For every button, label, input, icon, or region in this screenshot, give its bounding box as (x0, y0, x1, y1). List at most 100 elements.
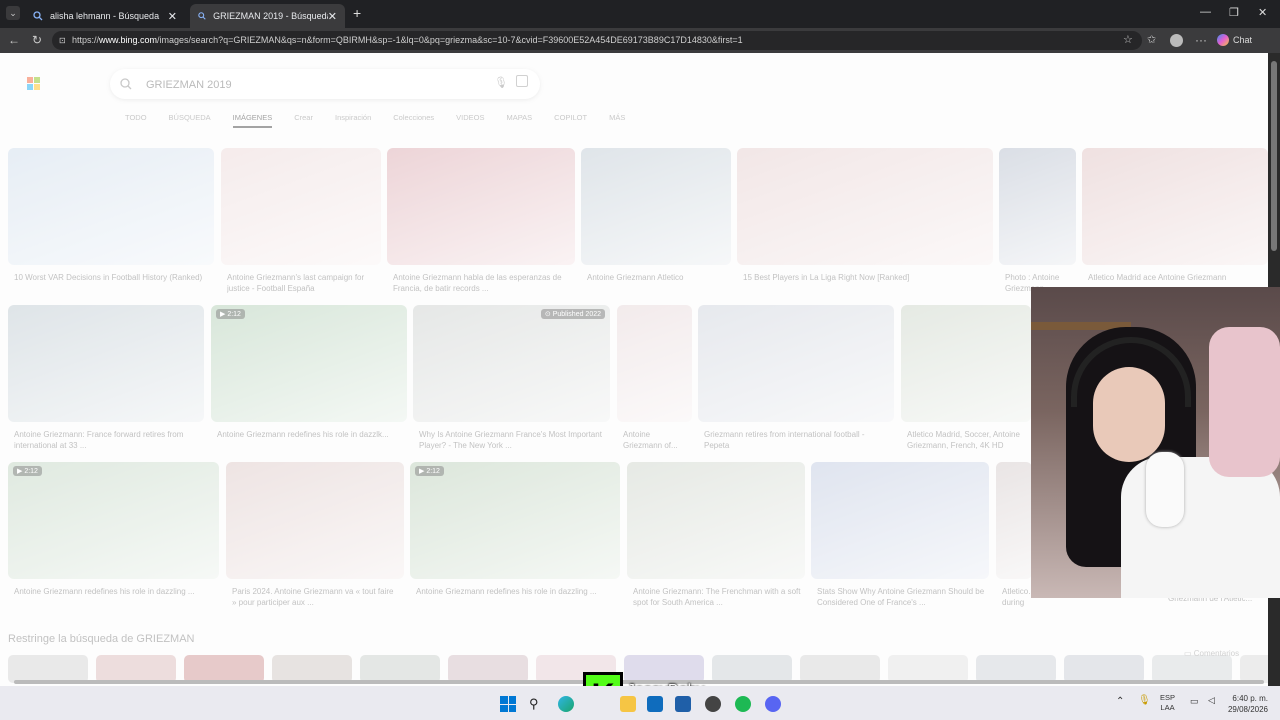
image-result-caption[interactable]: Antoine Griezmann redefines his role in … (217, 429, 403, 451)
edge-browser-icon[interactable] (558, 696, 574, 712)
image-result-thumbnail[interactable] (627, 462, 805, 579)
related-search-chip[interactable] (976, 655, 1056, 683)
discord-icon[interactable] (765, 696, 781, 712)
tab-colecciones[interactable]: Colecciones (393, 113, 434, 128)
avatar[interactable] (1170, 34, 1183, 47)
image-result-thumbnail[interactable]: ▶ 2:12 (410, 462, 620, 579)
pink-chair (1209, 327, 1280, 477)
image-result-caption[interactable]: 15 Best Players in La Liga Right Now [Ra… (743, 272, 989, 294)
image-result-thumbnail[interactable] (221, 148, 381, 265)
clock[interactable]: 6:40 p. m. 29/08/2026 (1228, 693, 1268, 715)
image-result-caption[interactable]: Atletico Madrid, Soccer, Antoine Griezma… (907, 429, 1027, 451)
microsoft-logo-icon[interactable] (27, 77, 40, 90)
image-result-caption[interactable]: Antoine Griezmann: The Frenchman with a … (633, 586, 801, 608)
refresh-icon[interactable]: ↻ (32, 33, 42, 47)
image-result-thumbnail[interactable] (996, 462, 1032, 579)
image-result-caption[interactable]: Antoine Griezmann habla de las esperanza… (393, 272, 571, 294)
image-result-thumbnail[interactable] (581, 148, 731, 265)
more-menu-icon[interactable]: ··· (1195, 33, 1207, 47)
image-result-thumbnail[interactable] (698, 305, 894, 422)
related-search-chip[interactable] (1064, 655, 1144, 683)
tab-crear[interactable]: Crear (294, 113, 313, 128)
url-host: www.bing.com (99, 35, 158, 45)
search-icon[interactable]: ⚲ (529, 696, 545, 712)
image-result-caption[interactable]: Antoine Griezmann of... (623, 429, 688, 451)
tab-todo[interactable]: TODO (125, 113, 147, 128)
tab-griezman[interactable]: GRIEZMAN 2019 - Búsqueda Imág ✕ (190, 4, 345, 28)
favorites-icon[interactable]: ✩ (1147, 33, 1156, 46)
url-field[interactable]: ⊡ https://www.bing.com/images/search?q=G… (52, 31, 1142, 50)
tab-mas[interactable]: MÁS (609, 113, 625, 128)
related-search-chip[interactable] (888, 655, 968, 683)
image-result-thumbnail[interactable] (737, 148, 993, 265)
related-search-chip[interactable] (184, 655, 264, 683)
image-result-thumbnail[interactable] (226, 462, 404, 579)
back-icon[interactable]: ← (8, 33, 20, 47)
language-indicator[interactable]: ESP LAA (1160, 693, 1175, 713)
related-search-chip[interactable] (1152, 655, 1232, 683)
image-result-thumbnail[interactable]: ⊙ Published 2022 (413, 305, 610, 422)
streamer-webcam (1031, 287, 1280, 598)
related-search-chip[interactable] (360, 655, 440, 683)
store-icon[interactable] (675, 696, 691, 712)
visual-search-icon[interactable] (516, 75, 528, 87)
image-result-caption[interactable]: Stats Show Why Antoine Griezmann Should … (817, 586, 985, 608)
related-search-chip[interactable] (800, 655, 880, 683)
image-result-thumbnail[interactable] (1082, 148, 1268, 265)
image-result-caption[interactable]: Antoine Griezmann: France forward retire… (14, 429, 200, 451)
image-result-caption[interactable]: Atletico... during the UEFA Champions Le… (1002, 586, 1032, 608)
image-result-caption[interactable]: 10 Worst VAR Decisions in Football Histo… (14, 272, 210, 294)
image-result-thumbnail[interactable] (8, 305, 204, 422)
image-result-caption[interactable]: Antoine Griezmann Atletico (587, 272, 727, 294)
image-result-caption[interactable]: Griezmann retires from international foo… (704, 429, 890, 451)
windows-start-icon[interactable] (500, 696, 516, 712)
tab-inspiracion[interactable]: Inspiración (335, 113, 371, 128)
minimize-icon[interactable]: — (1200, 6, 1211, 18)
tab-copilot[interactable]: COPILOT (554, 113, 587, 128)
close-window-icon[interactable]: ✕ (1258, 6, 1267, 19)
related-search-chip[interactable] (1240, 655, 1268, 683)
image-result-thumbnail[interactable] (387, 148, 575, 265)
tab-videos[interactable]: VIDEOS (456, 113, 484, 128)
volume-icon[interactable]: ◁ (1208, 695, 1215, 706)
related-search-chip[interactable] (96, 655, 176, 683)
related-search-chip[interactable] (272, 655, 352, 683)
image-result-caption[interactable]: Antoine Griezmann redefines his role in … (14, 586, 215, 608)
tab-imagenes[interactable]: IMÁGENES (232, 113, 273, 128)
copilot-chat-button[interactable]: Chat (1217, 34, 1252, 46)
image-result-caption[interactable]: Why Is Antoine Griezmann France's Most I… (419, 429, 606, 451)
image-result-thumbnail[interactable]: ▶ 2:12 (8, 462, 219, 579)
new-tab-button[interactable]: + (353, 5, 361, 21)
image-result-thumbnail[interactable] (901, 305, 1031, 422)
image-result-caption[interactable]: Antoine Griezmann redefines his role in … (416, 586, 616, 608)
feedback-button[interactable]: ▭ Comentarios (1184, 649, 1239, 658)
image-result-caption[interactable]: Paris 2024. Antoine Griezmann va « tout … (232, 586, 400, 608)
related-search-chip[interactable] (8, 655, 88, 683)
spotify-icon[interactable] (735, 696, 751, 712)
microphone-tray-icon[interactable]: 🎙 (1138, 695, 1151, 706)
restore-icon[interactable]: ❐ (1229, 6, 1239, 19)
image-result-thumbnail[interactable] (999, 148, 1076, 265)
game-app-icon[interactable] (705, 696, 721, 712)
file-explorer-icon[interactable] (620, 696, 636, 712)
network-icon[interactable]: ▭ (1190, 696, 1199, 707)
tray-chevron-icon[interactable]: ⌃ (1116, 696, 1124, 707)
tab-mapas[interactable]: MAPAS (506, 113, 532, 128)
image-result-thumbnail[interactable]: ▶ 2:12 (211, 305, 407, 422)
related-search-chip[interactable] (624, 655, 704, 683)
image-result-caption[interactable]: Antoine Griezmann's last campaign for ju… (227, 272, 377, 294)
image-result-thumbnail[interactable] (617, 305, 692, 422)
tab-list-button[interactable]: ⌄ (6, 6, 20, 20)
tab-alisha[interactable]: alisha lehmann - Búsqueda ✕ (25, 4, 185, 28)
related-search-chip[interactable] (712, 655, 792, 683)
search-input[interactable] (144, 75, 468, 95)
microphone-icon[interactable]: 🎙 (494, 76, 508, 89)
tab-busqueda[interactable]: BÚSQUEDA (169, 113, 211, 128)
favorite-star-icon[interactable]: ☆ (1123, 33, 1133, 46)
close-tab-icon[interactable]: ✕ (328, 10, 337, 23)
image-result-thumbnail[interactable] (8, 148, 214, 265)
outlook-icon[interactable] (647, 696, 663, 712)
image-result-thumbnail[interactable] (811, 462, 989, 579)
close-tab-icon[interactable]: ✕ (168, 10, 177, 23)
related-search-chip[interactable] (448, 655, 528, 683)
